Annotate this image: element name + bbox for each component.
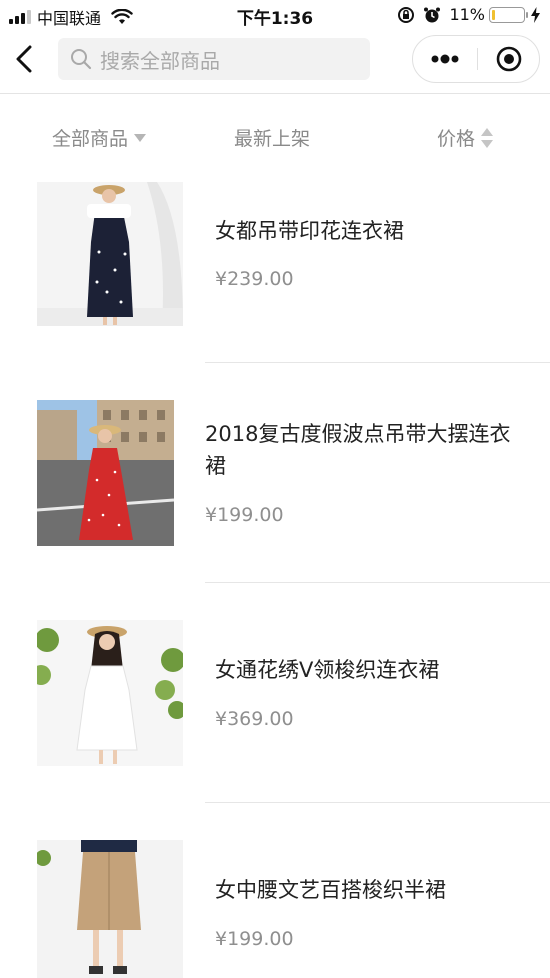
caret-down-icon: [134, 133, 147, 142]
product-item[interactable]: 2018复古度假波点吊带大摆连衣裙 ¥199.00: [0, 400, 550, 582]
product-price: ¥369.00: [215, 708, 294, 730]
filter-all-products-label: 全部商品: [52, 128, 129, 150]
status-bar: 中国联通 下午1:36 11%: [0, 0, 550, 32]
list-separator: [205, 362, 550, 363]
product-item[interactable]: 女都吊带印花连衣裙 ¥239.00: [0, 182, 550, 362]
filter-price[interactable]: 价格: [437, 124, 494, 151]
product-image[interactable]: [37, 620, 183, 766]
product-price: ¥199.00: [215, 928, 294, 950]
rotation-lock-icon: [398, 6, 415, 23]
nav-bar: 搜索全部商品: [0, 32, 550, 94]
battery-level: [492, 9, 496, 20]
back-button[interactable]: [10, 44, 38, 74]
filter-bar: 全部商品 最新上架 价格: [0, 110, 550, 166]
charging-icon: [531, 6, 540, 23]
product-title[interactable]: 女都吊带印花连衣裙: [215, 215, 404, 247]
product-item[interactable]: 女通花绣V领梭织连衣裙 ¥369.00: [0, 620, 550, 802]
filter-newest-label: 最新上架: [234, 128, 311, 150]
more-button[interactable]: [413, 36, 476, 82]
battery-percent: 11%: [449, 5, 485, 24]
search-input[interactable]: 搜索全部商品: [58, 38, 370, 80]
product-image[interactable]: [37, 182, 183, 326]
close-miniprogram-button[interactable]: [478, 36, 540, 82]
battery-icon: [489, 6, 528, 23]
filter-newest[interactable]: 最新上架: [234, 124, 310, 151]
list-separator: [205, 582, 550, 583]
filter-all-products[interactable]: 全部商品: [52, 124, 147, 151]
status-bar-right: 11%: [397, 5, 540, 24]
sort-icon: [481, 127, 494, 148]
product-title[interactable]: 女通花绣V领梭织连衣裙: [215, 654, 439, 686]
back-arrow-icon: [16, 45, 32, 73]
product-price: ¥239.00: [215, 268, 294, 290]
product-image[interactable]: [37, 400, 174, 546]
product-title[interactable]: 2018复古度假波点吊带大摆连衣裙: [205, 418, 525, 482]
product-item[interactable]: 女中腰文艺百搭梭织半裙 ¥199.00: [0, 840, 550, 978]
search-placeholder: 搜索全部商品: [100, 48, 220, 73]
list-separator: [205, 802, 550, 803]
product-title[interactable]: 女中腰文艺百搭梭织半裙: [215, 874, 446, 906]
product-image[interactable]: [37, 840, 183, 978]
product-price: ¥199.00: [205, 504, 284, 526]
search-icon: [71, 49, 92, 70]
alarm-icon: [424, 7, 441, 22]
filter-price-label: 价格: [437, 128, 476, 150]
miniprogram-capsule: [412, 35, 540, 83]
more-dots-icon: [431, 54, 458, 64]
miniprogram-close-icon: [496, 46, 522, 72]
